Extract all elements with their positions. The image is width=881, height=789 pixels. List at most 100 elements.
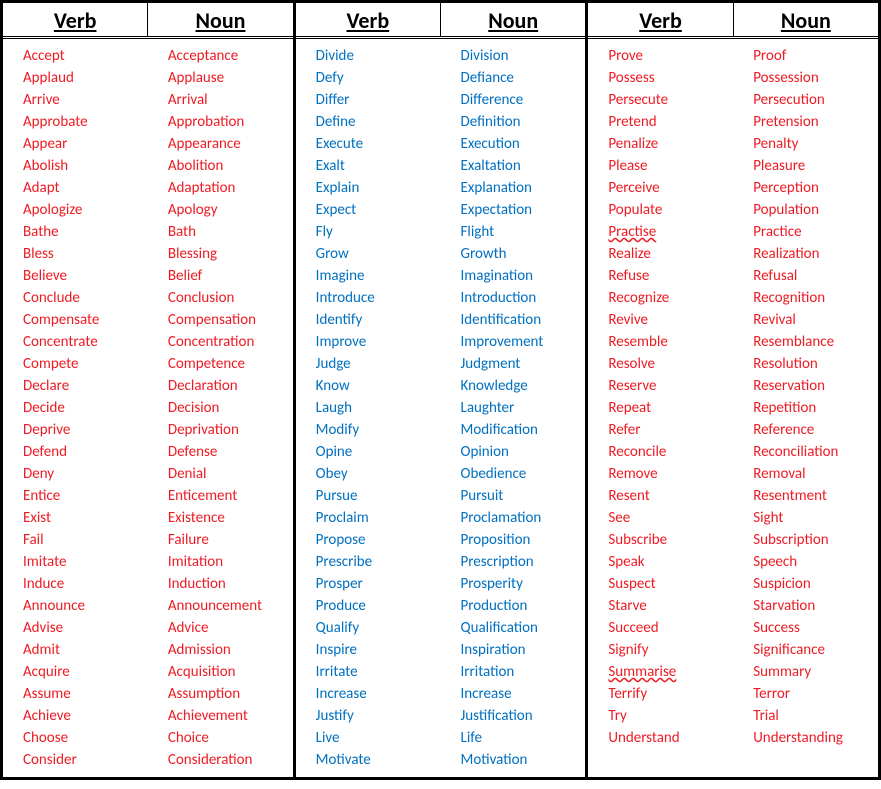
verb-cell: Believe — [23, 265, 148, 287]
verb-cell: Identify — [316, 309, 441, 331]
verb-cell: Starve — [608, 595, 733, 617]
verb-cell: Differ — [316, 89, 441, 111]
verb-cell: Achieve — [23, 705, 148, 727]
verb-cell: Defy — [316, 67, 441, 89]
verb-cell: Accept — [23, 45, 148, 67]
verb-cell: Resemble — [608, 331, 733, 353]
noun-cell: Pursuit — [461, 485, 586, 507]
noun-cell: Penalty — [753, 133, 878, 155]
noun-cell: Imagination — [461, 265, 586, 287]
verb-cell: Deprive — [23, 419, 148, 441]
noun-cell: Summary — [753, 661, 878, 683]
verb-cell: Know — [316, 375, 441, 397]
noun-cell: Acceptance — [168, 45, 293, 67]
noun-cell: Belief — [168, 265, 293, 287]
body-rows: ProvePossessPersecutePretendPenalizePlea… — [588, 39, 878, 777]
verb-cell: Perceive — [608, 177, 733, 199]
noun-cell: Defense — [168, 441, 293, 463]
verb-cell: Divide — [316, 45, 441, 67]
verb-cell: Justify — [316, 705, 441, 727]
noun-cell: Bath — [168, 221, 293, 243]
header-verb: Verb — [3, 3, 148, 36]
noun-cell: Applause — [168, 67, 293, 89]
verb-cell: Imitate — [23, 551, 148, 573]
header-noun: Noun — [734, 3, 878, 36]
noun-cell: Appearance — [168, 133, 293, 155]
noun-cell: Sight — [753, 507, 878, 529]
noun-cell: Difference — [461, 89, 586, 111]
verb-cell: Increase — [316, 683, 441, 705]
verb-cell: Populate — [608, 199, 733, 221]
verb-cell: Entice — [23, 485, 148, 507]
header-row: VerbNoun — [588, 3, 878, 39]
noun-cell: Repetition — [753, 397, 878, 419]
noun-cell: Success — [753, 617, 878, 639]
noun-column: AcceptanceApplauseArrivalApprobationAppe… — [148, 39, 293, 777]
verb-cell: Repeat — [608, 397, 733, 419]
verb-cell: Prescribe — [316, 551, 441, 573]
verb-cell: Adapt — [23, 177, 148, 199]
verb-cell: Improve — [316, 331, 441, 353]
noun-cell: Improvement — [461, 331, 586, 353]
verb-cell: Bathe — [23, 221, 148, 243]
verb-cell: Induce — [23, 573, 148, 595]
column-group: VerbNounDivideDefyDifferDefineExecuteExa… — [296, 3, 589, 777]
verb-cell: Terrify — [608, 683, 733, 705]
noun-cell: Assumption — [168, 683, 293, 705]
verb-cell: Recognize — [608, 287, 733, 309]
verb-cell: Revive — [608, 309, 733, 331]
verb-cell: Consider — [23, 749, 148, 771]
noun-cell: Decision — [168, 397, 293, 419]
noun-cell: Irritation — [461, 661, 586, 683]
header-verb: Verb — [588, 3, 733, 36]
noun-cell: Resemblance — [753, 331, 878, 353]
verb-cell: Refuse — [608, 265, 733, 287]
noun-cell: Apology — [168, 199, 293, 221]
noun-cell: Judgment — [461, 353, 586, 375]
noun-cell: Denial — [168, 463, 293, 485]
verb-cell: Expect — [316, 199, 441, 221]
verb-cell: Resent — [608, 485, 733, 507]
noun-column: DivisionDefianceDifferenceDefinitionExec… — [441, 39, 586, 777]
verb-cell: Compete — [23, 353, 148, 375]
noun-cell: Knowledge — [461, 375, 586, 397]
table-container: VerbNounAcceptApplaudArriveApprobateAppe… — [0, 0, 881, 780]
verb-cell: Subscribe — [608, 529, 733, 551]
verb-cell: Abolish — [23, 155, 148, 177]
noun-cell: Flight — [461, 221, 586, 243]
verb-cell: Propose — [316, 529, 441, 551]
noun-cell: Subscription — [753, 529, 878, 551]
verb-cell: Concentrate — [23, 331, 148, 353]
noun-cell: Division — [461, 45, 586, 67]
column-group: VerbNounAcceptApplaudArriveApprobateAppe… — [3, 3, 296, 777]
noun-cell: Recognition — [753, 287, 878, 309]
noun-cell: Speech — [753, 551, 878, 573]
noun-cell: Terror — [753, 683, 878, 705]
verb-cell: Summarise — [608, 661, 733, 683]
verb-cell: Signify — [608, 639, 733, 661]
noun-cell: Prescription — [461, 551, 586, 573]
verb-column: ProvePossessPersecutePretendPenalizePlea… — [588, 39, 733, 777]
verb-cell: Realize — [608, 243, 733, 265]
noun-cell: Pleasure — [753, 155, 878, 177]
noun-cell: Qualification — [461, 617, 586, 639]
noun-cell: Proof — [753, 45, 878, 67]
noun-cell: Definition — [461, 111, 586, 133]
verb-cell: Choose — [23, 727, 148, 749]
noun-cell: Understanding — [753, 727, 878, 749]
verb-cell: Try — [608, 705, 733, 727]
verb-cell: Declare — [23, 375, 148, 397]
verb-cell: Modify — [316, 419, 441, 441]
verb-cell: Live — [316, 727, 441, 749]
noun-cell: Persecution — [753, 89, 878, 111]
verb-cell: Refer — [608, 419, 733, 441]
header-row: VerbNoun — [3, 3, 293, 39]
verb-cell: Inspire — [316, 639, 441, 661]
noun-cell: Reference — [753, 419, 878, 441]
verb-cell: Opine — [316, 441, 441, 463]
noun-cell: Proposition — [461, 529, 586, 551]
verb-cell: Reserve — [608, 375, 733, 397]
noun-cell: Significance — [753, 639, 878, 661]
noun-cell: Concentration — [168, 331, 293, 353]
verb-cell: Penalize — [608, 133, 733, 155]
